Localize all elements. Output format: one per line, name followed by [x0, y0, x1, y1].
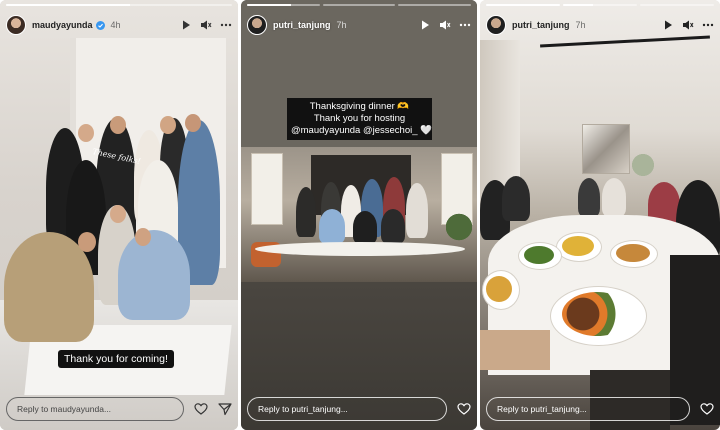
- person: [381, 209, 405, 243]
- more-icon[interactable]: [220, 19, 232, 31]
- person: [406, 183, 428, 238]
- story-header: putri_tanjung 7h: [247, 12, 471, 38]
- timestamp: 7h: [336, 20, 347, 30]
- story-footer: Reply to putri_tanjung...: [247, 396, 471, 422]
- reply-placeholder: Reply to maudyayunda...: [17, 404, 112, 414]
- story-photo: [241, 147, 477, 282]
- heart-icon[interactable]: [700, 402, 714, 416]
- caption-line: Thank you for hosting: [313, 113, 406, 124]
- progress-segment: [6, 4, 232, 6]
- face: [78, 232, 96, 252]
- username[interactable]: putri_tanjung: [273, 20, 331, 30]
- person: [296, 187, 316, 237]
- play-icon[interactable]: [419, 19, 431, 31]
- plant: [446, 207, 472, 247]
- food: [616, 244, 650, 262]
- caption-line: Thanksgiving dinner 🫶: [309, 101, 410, 112]
- avatar[interactable]: [247, 15, 267, 35]
- food: [562, 236, 594, 256]
- dining-table: [255, 242, 465, 256]
- reply-input[interactable]: Reply to maudyayunda...: [6, 397, 184, 421]
- window: [251, 153, 283, 225]
- more-icon[interactable]: [459, 19, 471, 31]
- caption-line: @maudyayunda @jessechoi_ 🤍: [291, 125, 432, 136]
- play-icon[interactable]: [180, 19, 192, 31]
- food: [486, 276, 512, 302]
- face: [110, 116, 126, 134]
- reply-input[interactable]: Reply to putri_tanjung...: [247, 397, 447, 421]
- more-icon[interactable]: [702, 19, 714, 31]
- person: [353, 211, 377, 243]
- story-card-putri-tanjung-1[interactable]: Thanksgiving dinner 🫶 Thank you for host…: [241, 0, 477, 430]
- person: [502, 176, 530, 221]
- reply-placeholder: Reply to putri_tanjung...: [497, 404, 587, 414]
- reply-placeholder: Reply to putri_tanjung...: [258, 404, 348, 414]
- progress-segment: [322, 4, 396, 6]
- story-card-maudyayunda[interactable]: These folks! Thank you for coming! maudy…: [0, 0, 238, 430]
- person: [602, 178, 626, 216]
- story-header: putri_tanjung 7h: [486, 12, 714, 38]
- send-icon[interactable]: [218, 402, 232, 416]
- heart-icon[interactable]: [457, 402, 471, 416]
- story-progress: [6, 4, 232, 6]
- progress-segment: [486, 4, 560, 6]
- face: [110, 205, 126, 223]
- progress-segment: [640, 4, 714, 6]
- timestamp: 7h: [575, 20, 586, 30]
- verified-badge-icon: [95, 20, 105, 30]
- face: [185, 114, 201, 132]
- food: [562, 292, 632, 336]
- story-footer: Reply to maudyayunda...: [6, 396, 232, 422]
- mute-icon[interactable]: [439, 19, 451, 31]
- play-icon[interactable]: [662, 19, 674, 31]
- food: [524, 246, 554, 264]
- person: [118, 230, 190, 320]
- avatar[interactable]: [6, 15, 26, 35]
- username[interactable]: putri_tanjung: [512, 20, 570, 30]
- person: [578, 178, 600, 216]
- story-header: maudyayunda 4h: [6, 12, 232, 38]
- table-runner: [480, 330, 550, 370]
- progress-segment: [563, 4, 637, 6]
- avatar[interactable]: [486, 15, 506, 35]
- timestamp: 4h: [110, 20, 121, 30]
- story-card-putri-tanjung-2[interactable]: putri_tanjung 7h Reply to putri_tanjung.…: [480, 0, 720, 430]
- progress-segment: [247, 4, 320, 6]
- story-footer: Reply to putri_tanjung...: [486, 396, 714, 422]
- story-caption: Thank you for coming!: [58, 350, 174, 368]
- story-progress: [247, 4, 472, 6]
- face: [78, 124, 94, 142]
- heart-icon[interactable]: [194, 402, 208, 416]
- person: [319, 209, 345, 243]
- reply-input[interactable]: Reply to putri_tanjung...: [486, 397, 690, 421]
- flower-vase: [630, 150, 656, 180]
- wall-art: [582, 124, 630, 174]
- story-progress: [486, 4, 714, 6]
- mute-icon[interactable]: [200, 19, 212, 31]
- story-caption: Thanksgiving dinner 🫶 Thank you for host…: [287, 98, 432, 140]
- username[interactable]: maudyayunda: [32, 20, 93, 30]
- face: [135, 228, 151, 246]
- face: [160, 116, 176, 134]
- mute-icon[interactable]: [682, 19, 694, 31]
- progress-segment: [398, 4, 472, 6]
